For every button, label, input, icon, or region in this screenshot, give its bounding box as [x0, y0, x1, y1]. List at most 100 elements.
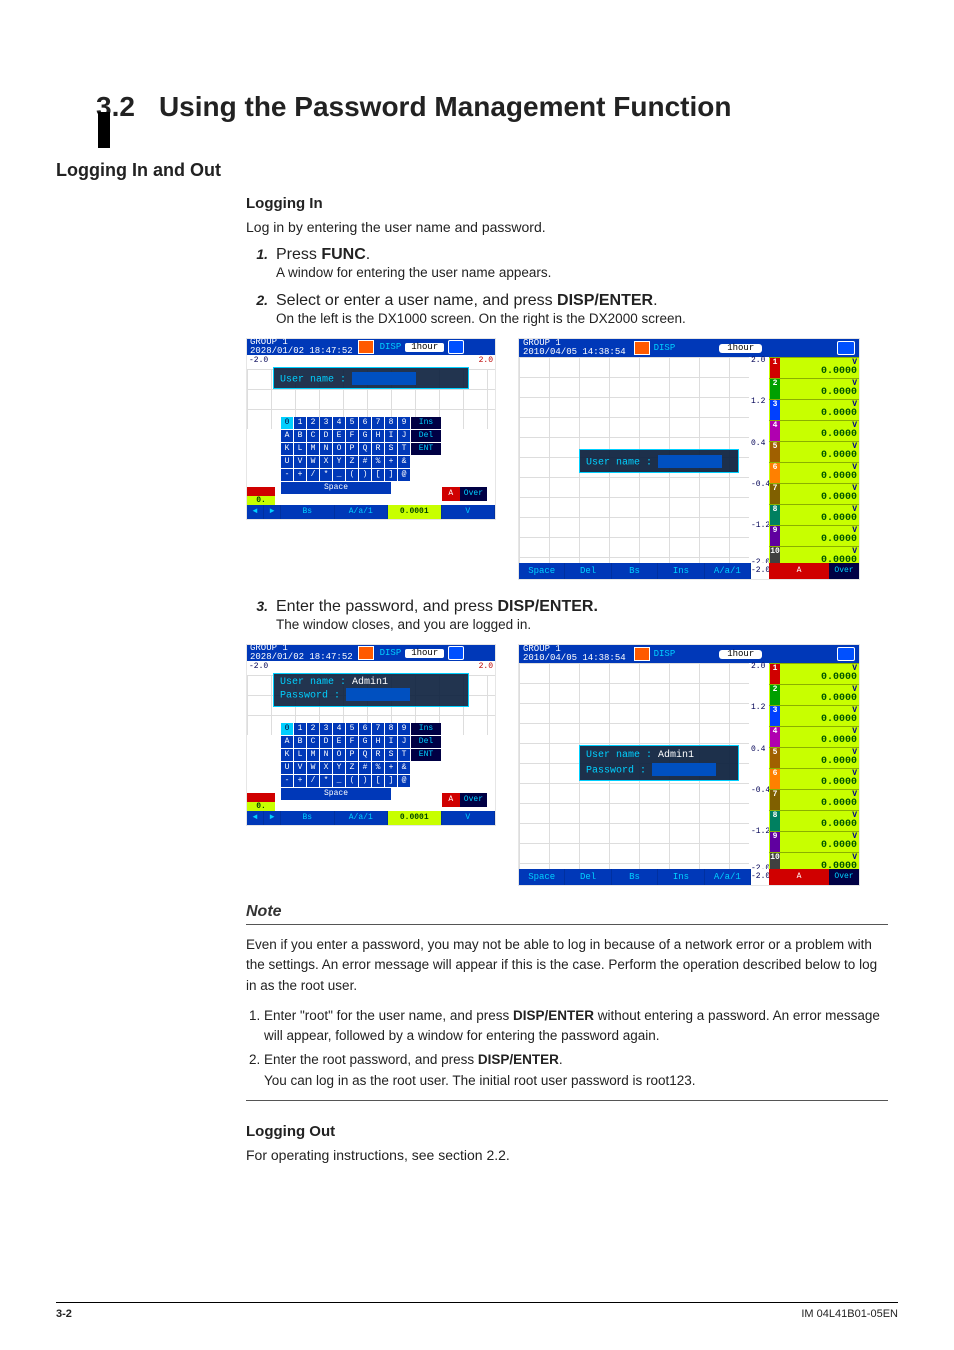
- key-&[interactable]: &: [398, 762, 410, 774]
- key-_[interactable]: _: [333, 469, 345, 481]
- key-E[interactable]: E: [333, 736, 345, 748]
- key-6[interactable]: 6: [359, 723, 371, 735]
- key-Ins[interactable]: Ins: [411, 417, 441, 429]
- key-([interactable]: (: [346, 775, 358, 787]
- key-Y[interactable]: Y: [333, 762, 345, 774]
- key-/[interactable]: /: [307, 775, 319, 787]
- softkey[interactable]: Ins: [658, 563, 704, 579]
- key-R[interactable]: R: [372, 749, 384, 761]
- key-O[interactable]: O: [333, 443, 345, 455]
- softkey[interactable]: ◄: [247, 505, 264, 519]
- duration-pill[interactable]: 1hour: [405, 649, 444, 658]
- softkey[interactable]: V: [442, 811, 496, 825]
- softkey[interactable]: Bs: [281, 811, 335, 825]
- key-S[interactable]: S: [385, 749, 397, 761]
- key-N[interactable]: N: [320, 443, 332, 455]
- camera-icon[interactable]: [837, 647, 855, 661]
- softkey[interactable]: Bs: [281, 505, 335, 519]
- softkey[interactable]: Space: [519, 869, 565, 885]
- key-6[interactable]: 6: [359, 417, 371, 429]
- softkey[interactable]: A/a/1: [335, 505, 389, 519]
- key-X[interactable]: X: [320, 762, 332, 774]
- key-][interactable]: ]: [385, 469, 397, 481]
- key-5[interactable]: 5: [346, 723, 358, 735]
- softkey[interactable]: Del: [565, 869, 611, 885]
- key-([interactable]: (: [346, 469, 358, 481]
- key-3[interactable]: 3: [320, 723, 332, 735]
- key-T[interactable]: T: [398, 749, 410, 761]
- camera-icon[interactable]: [837, 341, 855, 355]
- key-E[interactable]: E: [333, 430, 345, 442]
- key-P[interactable]: P: [346, 749, 358, 761]
- softkey[interactable]: A/a/1: [705, 563, 751, 579]
- key-space[interactable]: Space: [281, 788, 391, 800]
- key-Z[interactable]: Z: [346, 456, 358, 468]
- key-C[interactable]: C: [307, 430, 319, 442]
- duration-pill[interactable]: 1hour: [719, 344, 762, 353]
- key-%[interactable]: %: [372, 456, 384, 468]
- key-U[interactable]: U: [281, 762, 293, 774]
- key-#[interactable]: #: [359, 456, 371, 468]
- key-0[interactable]: 0: [281, 417, 293, 429]
- username-input[interactable]: [658, 455, 722, 468]
- key-ENT[interactable]: ENT: [411, 749, 441, 761]
- softkey[interactable]: 0.0001: [388, 811, 442, 825]
- softkey[interactable]: Bs: [612, 563, 658, 579]
- key-Z[interactable]: Z: [346, 762, 358, 774]
- key-1[interactable]: 1: [294, 417, 306, 429]
- softkey[interactable]: A/a/1: [705, 869, 751, 885]
- key-H[interactable]: H: [372, 736, 384, 748]
- key-7[interactable]: 7: [372, 723, 384, 735]
- key-P[interactable]: P: [346, 443, 358, 455]
- key-B[interactable]: B: [294, 430, 306, 442]
- key--[interactable]: -: [281, 469, 293, 481]
- key-9[interactable]: 9: [398, 723, 410, 735]
- key-W[interactable]: W: [307, 456, 319, 468]
- key-*[interactable]: *: [320, 469, 332, 481]
- key-3[interactable]: 3: [320, 417, 332, 429]
- key-L[interactable]: L: [294, 749, 306, 761]
- key-9[interactable]: 9: [398, 417, 410, 429]
- key-@[interactable]: @: [398, 775, 410, 787]
- key-+[interactable]: +: [294, 469, 306, 481]
- key-)[interactable]: ): [359, 775, 371, 787]
- key-W[interactable]: W: [307, 762, 319, 774]
- key-G[interactable]: G: [359, 430, 371, 442]
- key-/[interactable]: /: [307, 469, 319, 481]
- key-+[interactable]: +: [385, 762, 397, 774]
- softkey[interactable]: Space: [519, 563, 565, 579]
- key-_[interactable]: _: [333, 775, 345, 787]
- key-Y[interactable]: Y: [333, 456, 345, 468]
- key-S[interactable]: S: [385, 443, 397, 455]
- duration-pill[interactable]: 1hour: [719, 650, 762, 659]
- softkey[interactable]: A/a/1: [335, 811, 389, 825]
- camera-icon[interactable]: [448, 340, 464, 354]
- key-0[interactable]: 0: [281, 723, 293, 735]
- key-U[interactable]: U: [281, 456, 293, 468]
- key-I[interactable]: I: [385, 736, 397, 748]
- key-*[interactable]: *: [320, 775, 332, 787]
- duration-pill[interactable]: 1hour: [405, 343, 444, 352]
- softkey[interactable]: Bs: [612, 869, 658, 885]
- key-4[interactable]: 4: [333, 723, 345, 735]
- key-][interactable]: ]: [385, 775, 397, 787]
- key-O[interactable]: O: [333, 749, 345, 761]
- key-Del[interactable]: Del: [411, 430, 441, 442]
- key-)[interactable]: ): [359, 469, 371, 481]
- softkey[interactable]: ◄: [247, 811, 264, 825]
- key-Ins[interactable]: Ins: [411, 723, 441, 735]
- key-I[interactable]: I: [385, 430, 397, 442]
- key-[[interactable]: [: [372, 469, 384, 481]
- key-2[interactable]: 2: [307, 723, 319, 735]
- softkey[interactable]: ►: [264, 811, 281, 825]
- key-8[interactable]: 8: [385, 723, 397, 735]
- key-X[interactable]: X: [320, 456, 332, 468]
- key-Q[interactable]: Q: [359, 749, 371, 761]
- softkey[interactable]: V: [442, 505, 496, 519]
- key-V[interactable]: V: [294, 456, 306, 468]
- key-L[interactable]: L: [294, 443, 306, 455]
- key-H[interactable]: H: [372, 430, 384, 442]
- key-1[interactable]: 1: [294, 723, 306, 735]
- key-%[interactable]: %: [372, 762, 384, 774]
- key--[interactable]: -: [281, 775, 293, 787]
